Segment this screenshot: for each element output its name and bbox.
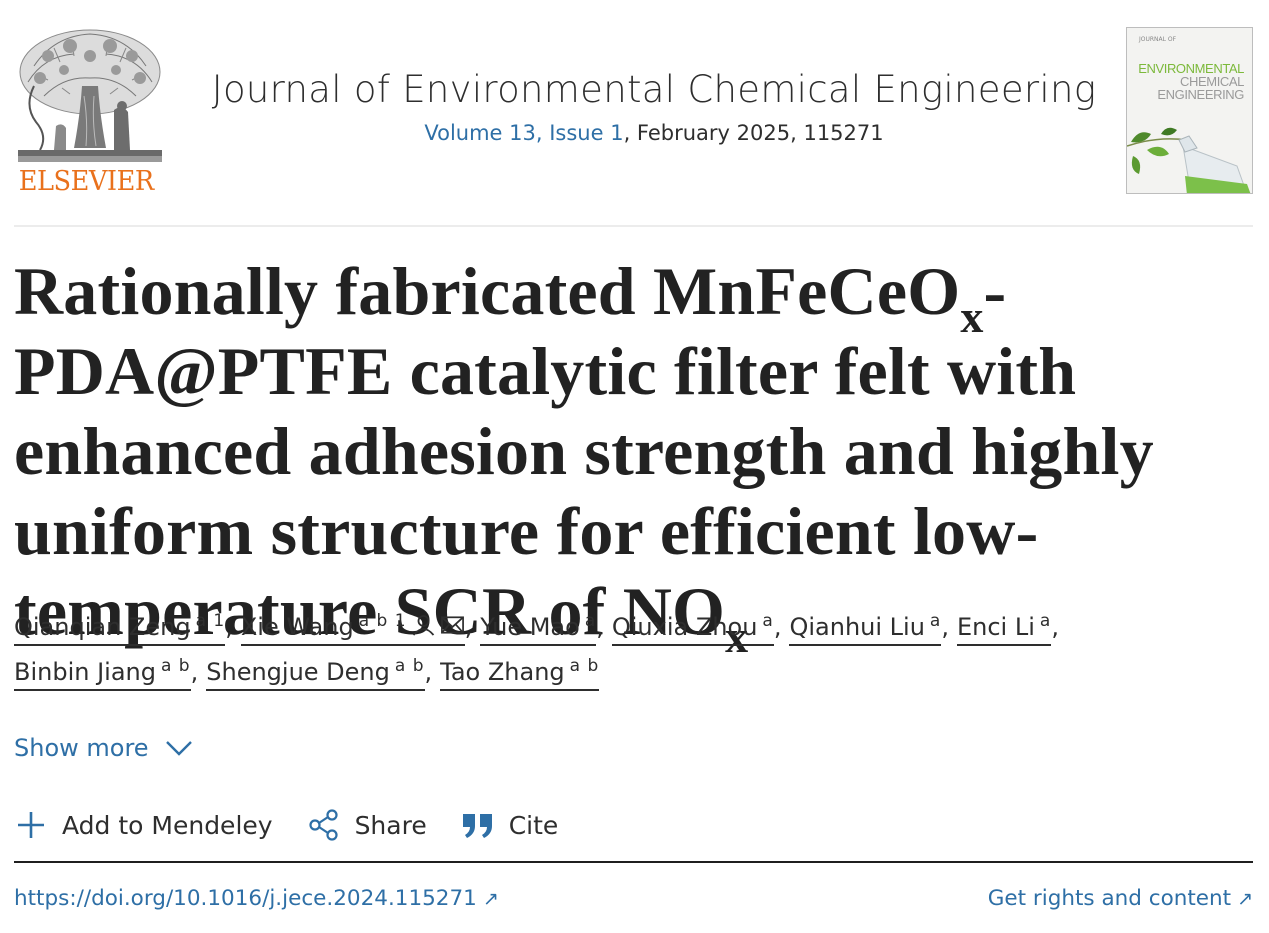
elsevier-wordmark: ELSEVIER [18,166,154,197]
article-actions-toolbar: Add to Mendeley Share Cite [14,804,592,846]
author-name: Shengjue Deng [206,658,390,686]
header-divider [14,225,1253,227]
external-link-icon: ↗ [482,888,499,910]
elsevier-logo[interactable]: ELSEVIER [14,26,166,198]
email-icon [440,616,464,634]
cite-button[interactable]: Cite [461,810,559,840]
author-affiliation: a b [394,656,425,676]
share-icon [308,809,338,841]
journal-info: Journal of Environmental Chemical Engine… [174,68,1134,145]
author-affiliation: a [1039,611,1052,631]
author-link[interactable]: Binbin Jiang a b [14,658,191,691]
chevron-down-icon [165,741,192,756]
journal-title-link[interactable]: Journal of Environmental Chemical Engine… [212,68,1096,111]
person-icon [412,615,434,636]
external-link-icon: ↗ [1237,888,1253,910]
cover-small-text: JOURNAL OF [1139,36,1177,43]
cite-label: Cite [508,810,559,840]
author-name: Binbin Jiang [14,658,156,686]
cover-plant-flask-icon [1127,106,1252,193]
doi-link[interactable]: https://doi.org/10.1016/j.jece.2024.1152… [14,886,499,911]
share-button[interactable]: Share [307,808,427,842]
rights-text: Get rights and content [987,886,1232,911]
author-name: Xie Wang [240,613,354,641]
quote-icon [462,814,492,838]
author-link[interactable]: Qiuxia Zhou a [611,611,774,646]
author-name: Tao Zhang [440,658,565,686]
add-to-mendeley-label: Add to Mendeley [62,810,273,840]
issue-link[interactable]: Volume 13, Issue 1 [424,121,623,145]
author-name: Qianhui Liu [789,613,925,641]
author-link[interactable]: Enci Li a [956,611,1052,646]
author-affiliation: a b [569,656,600,676]
share-label: Share [354,810,427,840]
author-link[interactable]: Qianhui Liu a [789,611,942,646]
author-affiliation: a b [160,656,191,676]
author-name: Yue Mao [480,613,580,641]
elsevier-tree-icon [18,29,162,162]
author-link[interactable]: Qianqian Zeng a 1 [14,611,226,646]
plus-icon [18,812,44,838]
doi-text: https://doi.org/10.1016/j.jece.2024.1152… [14,886,477,911]
author-affiliation: a [584,611,597,631]
author-affiliation: a [762,611,774,631]
author-link-corresponding[interactable]: Xie Wang a b 1 [240,611,465,646]
journal-header: ELSEVIER Journal of Environmental Chemic… [14,26,1253,198]
author-link[interactable]: Yue Mao a [480,611,597,646]
journal-cover-thumbnail[interactable]: JOURNAL OF ENVIRONMENTAL CHEMICAL ENGINE… [1126,27,1253,194]
show-more-label: Show more [14,734,149,762]
author-affiliation: a [929,611,942,631]
article-title: Rationally fabricated MnFeCeOx-PDA@PTFE … [14,251,1259,660]
article-title-text-1: Rationally fabricated MnFeCeO [14,253,961,329]
author-link[interactable]: Tao Zhang a b [440,656,600,691]
author-name: Qiuxia Zhou [611,613,758,641]
cover-title-line-3: ENGINEERING [1157,87,1244,102]
author-affiliation: a 1 [195,611,226,631]
author-link[interactable]: Shengjue Deng a b [206,656,425,691]
author-name: Qianqian Zeng [14,613,191,641]
show-more-button[interactable]: Show more [14,734,193,762]
author-list: Qianqian Zeng a 1, Xie Wang a b 1, Yue Mao a,… [14,605,1254,695]
author-affiliation: a b 1 [358,611,407,631]
add-to-mendeley-button[interactable]: Add to Mendeley [14,808,273,842]
author-name: Enci Li [956,613,1035,641]
toolbar-divider [14,861,1253,863]
rights-and-content-link[interactable]: Get rights and content ↗ [988,886,1253,911]
issue-line: Volume 13, Issue 1, February 2025, 11527… [174,121,1134,145]
issue-date-article-number: , February 2025, 115271 [623,121,884,145]
